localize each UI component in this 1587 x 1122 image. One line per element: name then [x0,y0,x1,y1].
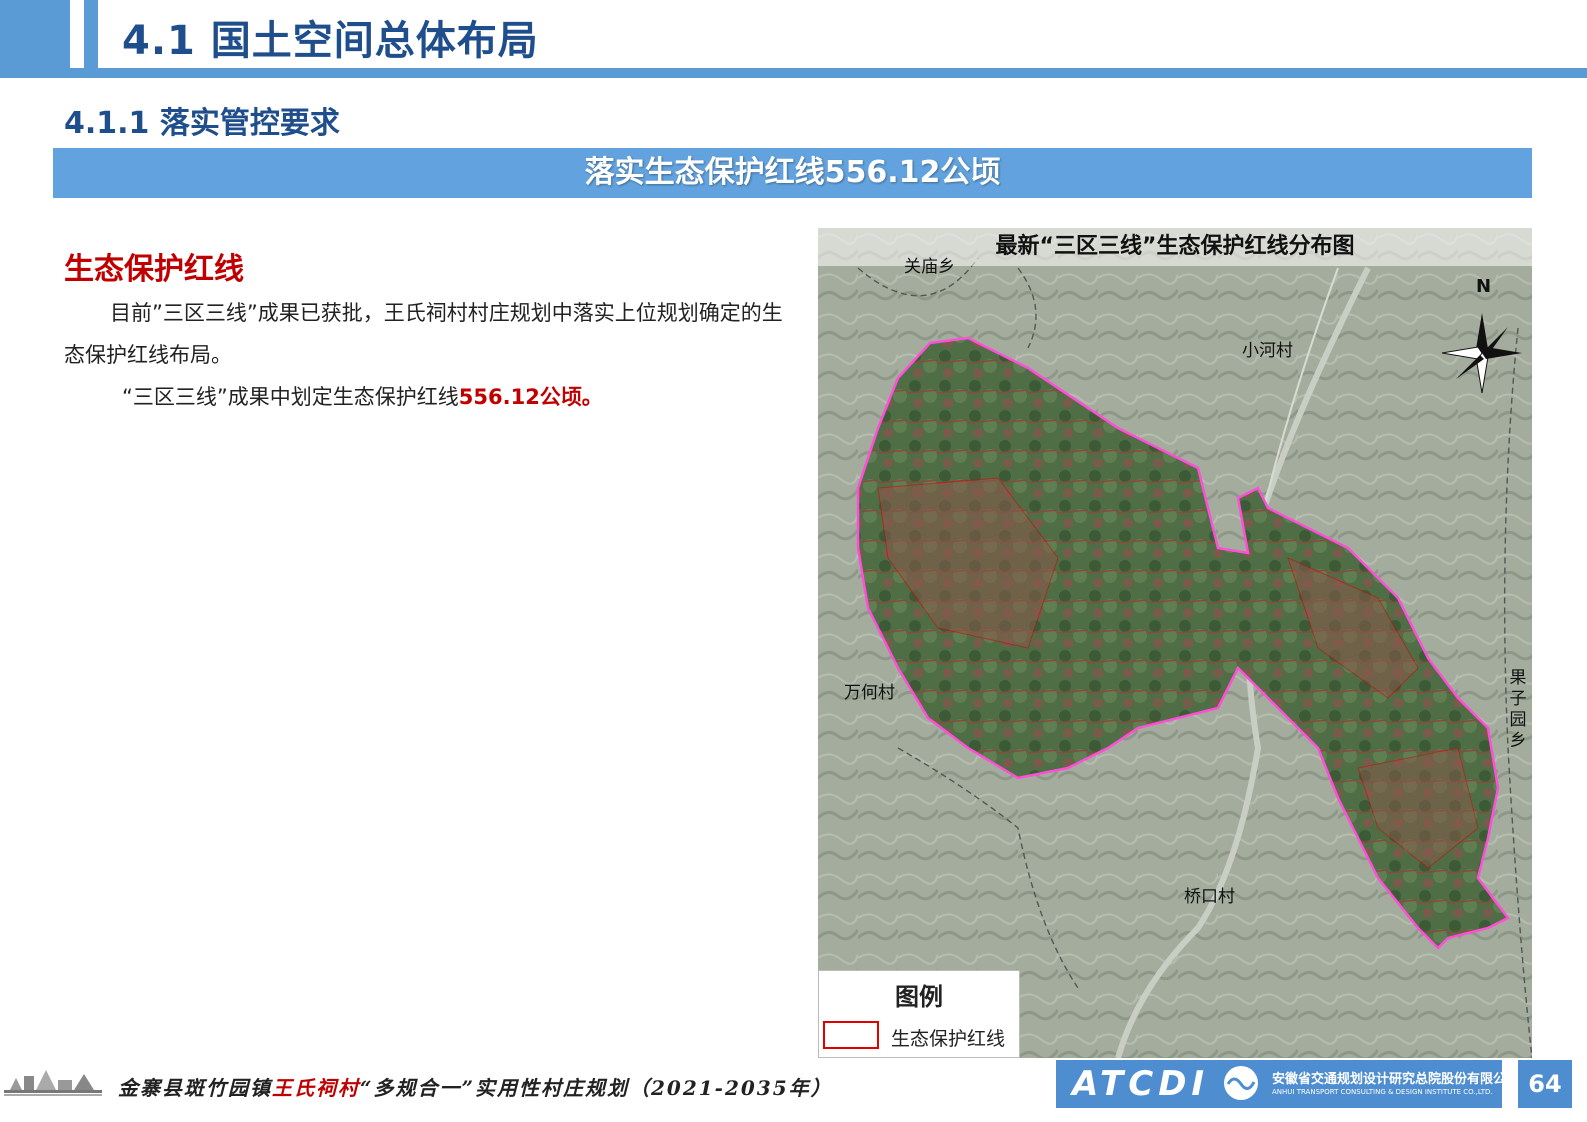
ecological-redline-map: 最新“三区三线”生态保护红线分布图 关庙乡 小河村 万何村 桥口村 果子园乡 N… [818,228,1532,1058]
logo-wordmark: ATCDI [1072,1064,1210,1104]
label-guanmiao: 关庙乡 [904,257,955,277]
section-subtitle: 4.1.1 落实管控要求 [64,106,340,141]
label-guoziyuan: 果子园乡 [1509,668,1527,751]
company-logo: ATCDI 安徽省交通规划设计研究总院股份有限公司 ANHUI TRANSPOR… [1056,1060,1519,1108]
paragraph-2-text: “三区三线”成果中划定生态保护红线 [122,385,459,409]
map-image [818,228,1532,1058]
paragraph-2-highlight: 556.12公顷。 [458,385,603,409]
company-name-en: ANHUI TRANSPORT CONSULTING & DESIGN INST… [1272,1088,1493,1096]
footer-text-suffix: “多规合一”实用性村庄规划（2021-2035年） [360,1076,833,1100]
label-qiaokou: 桥口村 [1184,887,1235,907]
paragraph-1: 目前”三区三线”成果已获批，王氏祠村村庄规划中落实上位规划确定的生态保护红线布局… [64,301,783,367]
header-divider [0,68,1587,78]
legend-title: 图例 [895,983,943,1011]
legend-swatch-redline [823,1021,879,1049]
skyline-logo-icon [4,1070,102,1096]
footer-text-prefix: 金寨县斑竹园镇 [118,1076,272,1100]
header-accent-block [0,0,70,68]
north-label: N [1476,276,1492,297]
map-legend: 图例 生态保护红线 [818,970,1020,1058]
legend-item-redline: 生态保护红线 [891,1028,1006,1050]
label-wanhe: 万何村 [844,683,895,703]
label-xiaohe: 小河村 [1242,341,1293,361]
wave-logo-icon [1224,1066,1258,1100]
section-heading: 生态保护红线 [64,252,244,287]
page-title: 4.1 国土空间总体布局 [122,18,539,64]
header-accent-strip [84,0,98,68]
company-name-cn: 安徽省交通规划设计研究总院股份有限公司 [1272,1072,1520,1087]
footer-project-title: 金寨县斑竹园镇王氏祠村“多规合一”实用性村庄规划（2021-2035年） [118,1072,833,1101]
footer-village-name: 王氏祠村 [272,1076,360,1100]
page-number: 64 [1518,1060,1572,1108]
paragraph-2: “三区三线”成果中划定生态保护红线556.12公顷。 [64,376,784,418]
summary-banner: 落实生态保护红线556.12公顷 [53,148,1532,198]
